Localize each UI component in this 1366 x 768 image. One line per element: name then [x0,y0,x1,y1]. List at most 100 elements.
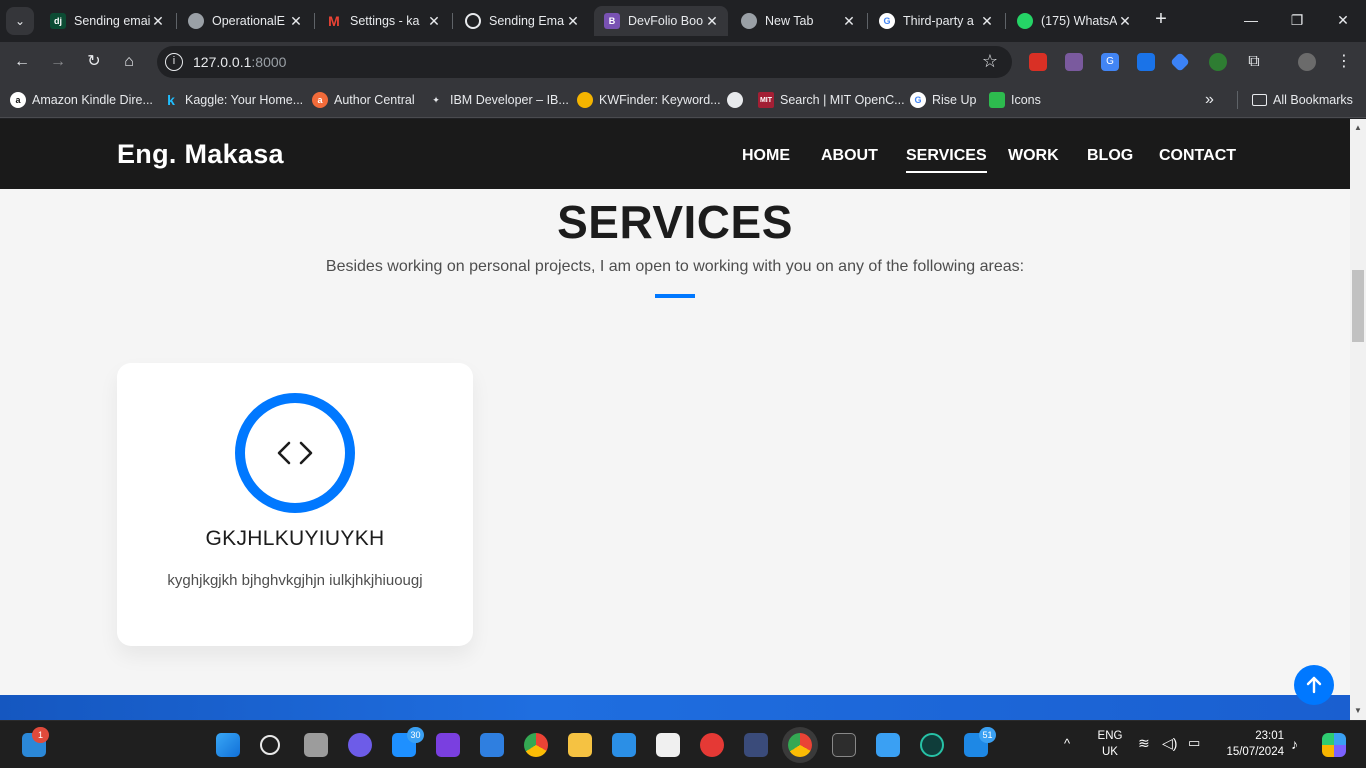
close-icon[interactable]: ✕ [704,13,720,30]
brightness-app-icon[interactable] [744,733,768,757]
volume-icon[interactable]: ◁) [1162,735,1177,752]
bookmark-label: IBM Developer – IB... [450,93,569,107]
chrome-icon [741,13,757,29]
outlook-badge: 51 [979,727,996,743]
wifi-icon[interactable]: ≋ [1138,735,1150,752]
input-language[interactable]: ENG [1096,730,1124,742]
extension-purple-icon[interactable] [1065,53,1083,71]
close-icon[interactable]: ✕ [1117,13,1133,30]
file-explorer-icon[interactable] [568,733,592,757]
battery-icon[interactable]: ▭ [1188,735,1200,751]
app-circle-icon[interactable] [920,733,944,757]
close-icon[interactable]: ✕ [565,13,581,30]
nav-services[interactable]: SERVICES [906,147,987,173]
extension-blue-icon[interactable] [1137,53,1155,71]
back-to-top-button[interactable] [1294,665,1334,705]
scroll-up-arrow-icon[interactable]: ▲ [1350,121,1366,135]
clock-date[interactable]: 15/07/2024 [1216,746,1284,758]
nav-blog[interactable]: BLOG [1087,147,1133,165]
restore-button[interactable]: ❐ [1274,8,1320,32]
extension-red-icon[interactable] [1029,53,1047,71]
reload-icon[interactable]: ↻ [82,50,106,74]
notepad-icon[interactable] [876,733,900,757]
close-icon[interactable]: ✕ [426,13,442,30]
bookmark-5[interactable] [727,91,749,109]
tab-0[interactable]: dj Sending email ✕ [40,6,174,36]
vscode-icon[interactable] [612,733,636,757]
chrome-profile-active-icon[interactable] [788,733,812,757]
site-info-icon[interactable]: i [165,53,183,71]
clock-time[interactable]: 23:01 [1220,730,1284,742]
extension-green-icon[interactable] [1209,53,1227,71]
profile-avatar[interactable] [1298,53,1316,71]
close-window-button[interactable]: ✕ [1320,8,1366,32]
home-icon[interactable]: ⌂ [117,50,141,74]
site-navbar: Eng. Makasa HOME ABOUT SERVICES WORK BLO… [0,119,1350,189]
bookmark-8[interactable]: Icons [989,91,1041,109]
back-arrow-icon[interactable]: ← [10,50,34,74]
bookmark-4[interactable]: KWFinder: Keyword... [577,91,721,109]
whatsapp-icon [1017,13,1033,29]
all-bookmarks-button[interactable]: All Bookmarks [1252,91,1353,109]
close-icon[interactable]: ✕ [288,13,304,30]
chrome-icon[interactable] [524,733,548,757]
close-icon[interactable]: ✕ [150,13,166,30]
forward-arrow-icon[interactable]: → [46,50,70,74]
tab-3[interactable]: Sending Ema ✕ [455,6,589,36]
clipchamp-icon[interactable] [436,733,460,757]
task-view-icon[interactable] [304,733,328,757]
new-tab-button[interactable]: + [1150,8,1172,32]
more-bookmarks-chevron-icon[interactable]: » [1205,91,1214,109]
url-text[interactable]: 127.0.0.1:8000 [193,54,286,70]
widgets-icon[interactable]: 1 [22,727,49,757]
bookmark-1[interactable]: k Kaggle: Your Home... [163,91,303,109]
notification-bell-icon[interactable]: ♪ [1291,736,1298,752]
globe-icon [188,13,204,29]
site-brand[interactable]: Eng. Makasa [117,139,284,170]
terminal-icon[interactable] [832,733,856,757]
tab-6[interactable]: G Third-party a ✕ [869,6,1003,36]
bookmark-0[interactable]: a Amazon Kindle Dire... [10,91,153,109]
start-windows-icon[interactable] [216,733,240,757]
url-port: :8000 [251,54,287,70]
bookmark-3[interactable]: ✦ IBM Developer – IB... [428,91,569,109]
page-scrollbar[interactable]: ▲ ▼ [1350,119,1366,720]
search-icon[interactable] [260,735,280,755]
extensions-puzzle-icon[interactable]: ⧉ [1245,53,1263,71]
scrollbar-thumb[interactable] [1352,270,1364,342]
google-translate-icon[interactable]: G [1101,53,1119,71]
nav-home[interactable]: HOME [742,147,790,165]
calendar-icon[interactable] [480,733,504,757]
tab-search-button[interactable]: ⌄ [6,7,34,35]
mail-icon[interactable]: 30 [392,727,424,757]
tab-5[interactable]: New Tab ✕ [731,6,865,36]
windows-taskbar: 1 30 51 ^ ENG UK ≋ ◁) ▭ 23:01 15/07/2024… [0,720,1366,768]
copilot-icon[interactable] [1322,733,1346,757]
tray-chevron-up-icon[interactable]: ^ [1064,736,1070,751]
bookmark-2[interactable]: a Author Central [312,91,415,109]
bookmark-star-icon[interactable]: ☆ [982,51,998,72]
tab-strip: ⌄ dj Sending email ✕ OperationalE ✕ M Se… [0,0,1366,42]
nav-about[interactable]: ABOUT [821,147,878,165]
bookmark-6[interactable]: MIT Search | MIT OpenC... [758,91,905,109]
minimize-button[interactable]: — [1228,8,1274,32]
address-bar[interactable]: i 127.0.0.1:8000 ☆ [157,46,1012,78]
close-icon[interactable]: ✕ [979,13,995,30]
tab-7[interactable]: (175) WhatsA ✕ [1007,6,1141,36]
outlook-icon[interactable]: 51 [964,727,996,757]
tab-4-active[interactable]: B DevFolio Boo ✕ [594,6,728,36]
teams-chat-icon[interactable] [348,733,372,757]
bookmark-label: Rise Up [932,93,977,107]
nav-contact[interactable]: CONTACT [1159,147,1236,165]
scroll-down-arrow-icon[interactable]: ▼ [1350,704,1366,718]
extension-diamond-icon[interactable] [1170,52,1190,72]
snipping-tool-icon[interactable] [656,733,680,757]
menu-kebab-icon[interactable]: ⋮ [1335,53,1353,71]
nav-work[interactable]: WORK [1008,147,1059,165]
tab-1[interactable]: OperationalE ✕ [178,6,312,36]
close-icon[interactable]: ✕ [841,13,857,30]
input-region[interactable]: UK [1096,746,1124,758]
bookmark-7[interactable]: G Rise Up [910,91,976,109]
wps-office-icon[interactable] [700,733,724,757]
tab-2[interactable]: M Settings - ka ✕ [316,6,450,36]
